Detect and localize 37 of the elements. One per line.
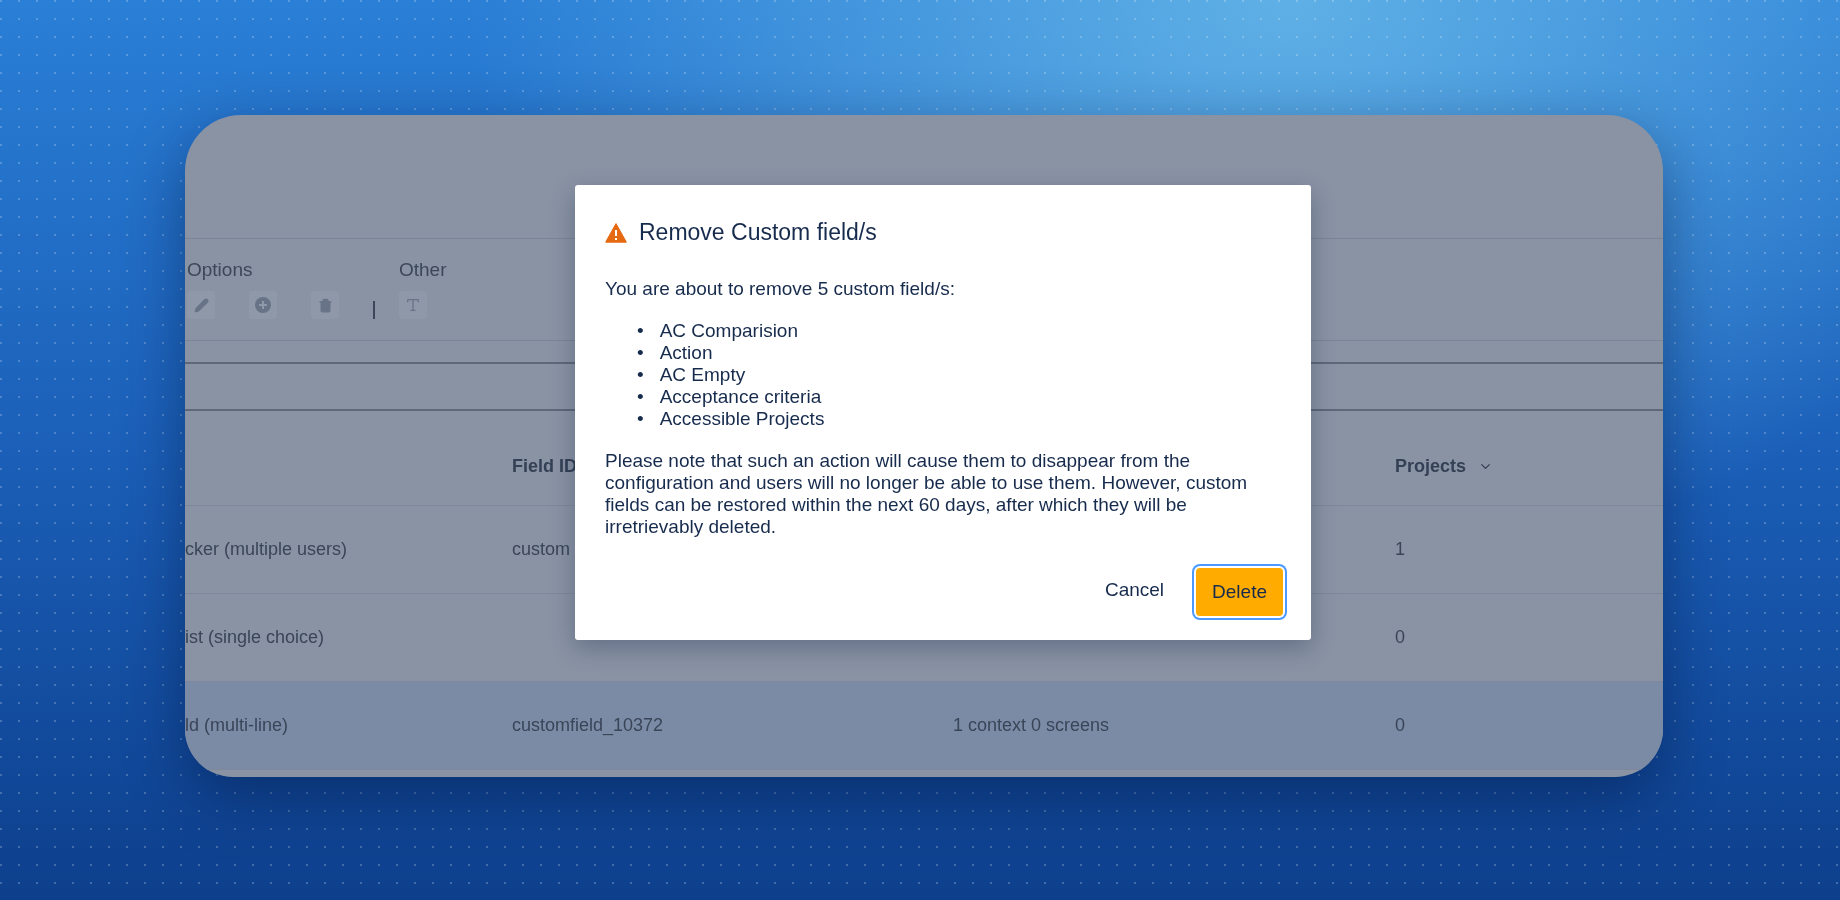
- bullet: •: [637, 386, 644, 408]
- bullet: •: [637, 342, 644, 364]
- warning-icon: [605, 222, 627, 243]
- field-name: AC Comparision: [659, 320, 798, 342]
- table-cell-text: customfield_10372: [512, 715, 665, 736]
- column-header[interactable]: Projects: [1395, 456, 1663, 477]
- text-icon: [405, 297, 421, 313]
- text-button[interactable]: [399, 291, 427, 319]
- table-cell-text: custom: [512, 539, 572, 560]
- bullet: •: [637, 320, 644, 342]
- table-cell-text: 1 context 0 screens: [953, 715, 1111, 736]
- trash-icon: [317, 297, 333, 313]
- group-label: Other: [399, 259, 447, 281]
- edit-button[interactable]: [187, 291, 215, 319]
- field-name: Acceptance criteria: [659, 386, 822, 408]
- table-cell-text: ld (multi-line): [185, 715, 290, 736]
- table-cell-text: cker (multiple users): [185, 539, 349, 560]
- table-cell-text: ist (single choice): [185, 627, 326, 648]
- table-row[interactable]: ld (multi-line) customfield_10372 1 context 0 screens 0: [185, 682, 1663, 770]
- bullet: •: [637, 364, 644, 386]
- separator: [373, 301, 375, 319]
- cancel-button[interactable]: Cancel: [1090, 568, 1179, 612]
- pencil-icon: [193, 297, 209, 313]
- delete-button[interactable]: [311, 291, 339, 319]
- field-name: AC Empty: [659, 364, 746, 386]
- field-name: Accessible Projects: [659, 408, 825, 430]
- table-cell-text: 1: [1395, 539, 1406, 560]
- table-cell-text: 0: [1395, 627, 1406, 648]
- field-name: Action: [659, 342, 713, 364]
- bullet: •: [637, 408, 644, 430]
- add-button[interactable]: [249, 291, 277, 319]
- dialog-note: Please note that such an action will cause them to disappear from the configuration and users will no longer be able to use them. However, custom fields can be restored within the next 60 days, after which they will be irretrievably deleted.: [605, 450, 1249, 538]
- dialog-intro: You are about to remove 5 custom field/s:: [605, 278, 956, 300]
- table-cell-text: 0: [1395, 715, 1406, 736]
- plus-circle-icon: [255, 297, 271, 313]
- group-label: Options: [187, 259, 254, 281]
- dialog-title: Remove Custom field/s: [639, 219, 877, 246]
